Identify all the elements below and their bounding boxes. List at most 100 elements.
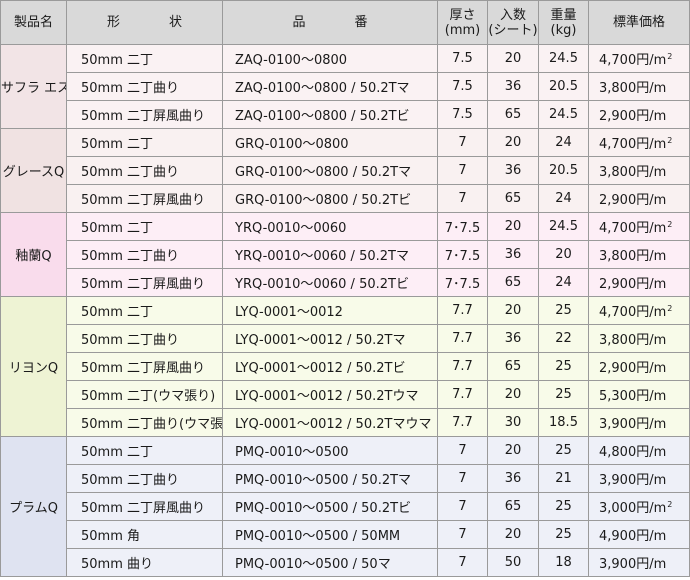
quantity-cell: 20: [487, 520, 539, 549]
thickness-cell: 7･7.5: [437, 268, 488, 297]
price-cell: 4,800円/m: [588, 436, 690, 465]
price-value: 3,900円/m: [599, 473, 667, 488]
thickness-cell: 7: [437, 548, 488, 577]
part-number-cell: PMQ-0010～0500: [222, 436, 438, 465]
price-value: 4,700円/m: [599, 305, 667, 320]
header-quantity-label: 入数: [499, 7, 526, 23]
table-row: サフラ エスQ50mm 二丁ZAQ-0100～08007.52024.54,70…: [0, 44, 690, 129]
weight-cell: 20.5: [538, 72, 589, 101]
price-value: 4,900円/m: [599, 529, 667, 544]
shape-cell: 50mm 二丁: [66, 128, 223, 157]
table-row: 50mm 二丁屏風曲り GRQ-0100～0800 / 50.2Tビ 7 65 24 2,…: [1, 184, 690, 213]
product-name-cell: グレースQ: [0, 128, 67, 213]
quantity-cell: 20: [487, 380, 539, 409]
product-name-cell: リヨンQ: [0, 296, 67, 437]
table-row: 50mm 二丁曲り LYQ-0001～0012 / 50.2Tマ 7.7 36 22 3,…: [1, 324, 690, 353]
weight-cell: 22: [538, 324, 589, 353]
thickness-cell: 7.5: [437, 100, 488, 129]
price-unit-superscript: 2: [667, 220, 673, 229]
price-cell: 3,900円/m: [588, 408, 690, 437]
price-value: 4,700円/m: [599, 137, 667, 152]
part-number-cell: LYQ-0001～0012 / 50.2Tマ: [222, 324, 438, 353]
quantity-cell: 20: [487, 436, 539, 465]
price-cell: 4,700円/m2: [588, 212, 690, 241]
quantity-cell: 20: [487, 212, 539, 241]
table-row: 釉蘭Q 50mm 二丁 YRQ-0010～0060 7･7.5 20 24.5 4,700円…: [0, 212, 690, 297]
price-value: 4,800円/m: [599, 445, 667, 460]
table-row: 50mm 二丁曲り ZAQ-0100～0800 / 50.2Tマ 7.5 36 20.5…: [1, 72, 690, 101]
weight-cell: 24: [538, 128, 589, 157]
shape-cell: 50mm 二丁屏風曲り: [66, 492, 223, 521]
table-row: 50mm 角 PMQ-0010～0500 / 50MM 7 20 25 4,900円/m: [1, 520, 690, 549]
shape-cell: 50mm 二丁: [66, 436, 223, 465]
thickness-cell: 7: [437, 156, 488, 185]
weight-cell: 24.5: [538, 44, 589, 73]
price-cell: 4,700円/m2: [588, 44, 690, 73]
price-value: 2,900円/m: [599, 361, 667, 376]
price-value: 3,800円/m: [599, 249, 667, 264]
weight-cell: 18.5: [538, 408, 589, 437]
quantity-cell: 36: [487, 156, 539, 185]
price-value: 4,700円/m: [599, 221, 667, 236]
part-number-cell: PMQ-0010～0500 / 50.2Tビ: [222, 492, 438, 521]
part-number-cell: GRQ-0100～0800: [222, 128, 438, 157]
thickness-cell: 7.7: [437, 324, 488, 353]
shape-cell: 50mm 曲り: [66, 548, 223, 577]
shape-cell: 50mm 二丁: [66, 44, 223, 73]
weight-cell: 24: [538, 184, 589, 213]
table-row: 50mm 二丁曲り PMQ-0010～0500 / 50.2Tマ 7 36 21 3,90…: [1, 464, 690, 493]
quantity-cell: 65: [487, 184, 539, 213]
shape-cell: 50mm 二丁曲り(ウマ張り): [66, 408, 223, 437]
table-row: グレースQ 50mm 二丁 GRQ-0100～0800 7 20 24 4,700円/m2: [0, 128, 690, 213]
shape-cell: 50mm 二丁屏風曲り: [66, 268, 223, 297]
table-row: プラムQ 50mm 二丁 PMQ-0010～0500 7 20 25 4,800円/m: [0, 436, 690, 577]
shape-cell: 50mm 二丁曲り: [66, 72, 223, 101]
price-cell: 2,900円/m: [588, 100, 690, 129]
shape-cell: 50mm 二丁曲り: [66, 464, 223, 493]
quantity-cell: 36: [487, 464, 539, 493]
weight-cell: 25: [538, 352, 589, 381]
thickness-cell: 7.7: [437, 408, 488, 437]
price-cell: 2,900円/m: [588, 184, 690, 213]
quantity-cell: 20: [487, 44, 539, 73]
table-row: 50mm 二丁屏風曲り PMQ-0010～0500 / 50.2Tビ 7 65 25 3,…: [1, 492, 690, 521]
part-number-cell: ZAQ-0100～0800 / 50.2Tビ: [222, 100, 438, 129]
price-cell: 3,800円/m: [588, 240, 690, 269]
part-number-cell: LYQ-0001～0012: [222, 296, 438, 325]
shape-cell: 50mm 二丁屏風曲り: [66, 352, 223, 381]
table-row: 50mm 二丁曲り YRQ-0010～0060 / 50.2Tマ 7･7.5 36 20…: [1, 240, 690, 269]
part-number-cell: PMQ-0010～0500 / 50MM: [222, 520, 438, 549]
quantity-cell: 36: [487, 72, 539, 101]
price-cell: 3,900円/m: [588, 464, 690, 493]
part-number-cell: YRQ-0010～0060 / 50.2Tマ: [222, 240, 438, 269]
weight-cell: 21: [538, 464, 589, 493]
price-cell: 3,800円/m: [588, 72, 690, 101]
price-cell: 3,000円/m2: [588, 492, 690, 521]
price-value: 3,800円/m: [599, 165, 667, 180]
price-cell: 4,700円/m2: [588, 128, 690, 157]
header-weight-label: 重量: [550, 7, 577, 23]
price-cell: 2,900円/m: [588, 268, 690, 297]
thickness-cell: 7.7: [437, 352, 488, 381]
weight-cell: 25: [538, 436, 589, 465]
part-number-cell: ZAQ-0100～0800: [222, 44, 438, 73]
shape-cell: 50mm 二丁: [66, 296, 223, 325]
thickness-cell: 7･7.5: [437, 240, 488, 269]
price-value: 3,000円/m: [599, 501, 667, 516]
header-thickness-label: 厚さ: [449, 7, 476, 23]
thickness-cell: 7: [437, 128, 488, 157]
shape-cell: 50mm 二丁曲り: [66, 240, 223, 269]
thickness-cell: 7･7.5: [437, 212, 488, 241]
table-row: 50mm 二丁曲り GRQ-0100～0800 / 50.2Tマ 7 36 20.5 3,…: [1, 156, 690, 185]
weight-cell: 25: [538, 380, 589, 409]
quantity-cell: 65: [487, 100, 539, 129]
weight-cell: 25: [538, 520, 589, 549]
part-number-cell: ZAQ-0100～0800 / 50.2Tマ: [222, 72, 438, 101]
part-number-cell: YRQ-0010～0060: [222, 212, 438, 241]
header-quantity: 入数 (シート): [487, 0, 539, 45]
price-cell: 2,900円/m: [588, 352, 690, 381]
shape-cell: 50mm 二丁: [66, 212, 223, 241]
price-unit-superscript: 2: [667, 52, 673, 61]
thickness-cell: 7: [437, 436, 488, 465]
table-row: 50mm 曲り PMQ-0010～0500 / 50マ 7 50 18 3,900円/m: [1, 548, 690, 577]
